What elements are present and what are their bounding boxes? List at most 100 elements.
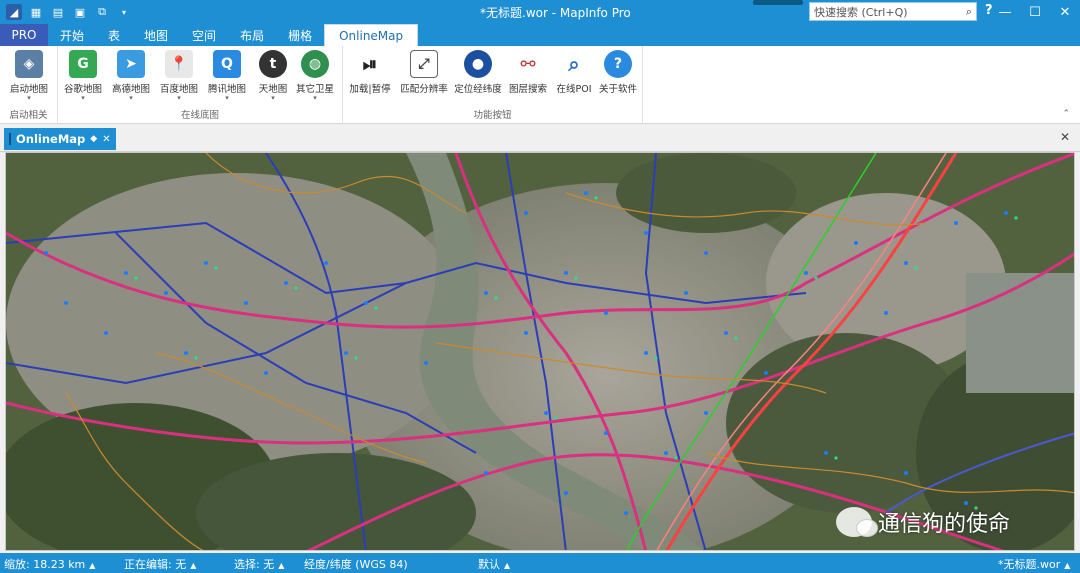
quick-search-placeholder: 快速搜索 (Ctrl+Q) xyxy=(814,5,908,19)
status-zoom-label: 缩放: 18.23 km xyxy=(4,558,86,571)
caret-up-icon: ▲ xyxy=(278,561,285,570)
status-projection[interactable]: 经度/纬度 (WGS 84) xyxy=(304,556,408,572)
close-document-icon[interactable]: ✕ xyxy=(1060,130,1070,144)
tab-pro[interactable]: PRO xyxy=(0,24,48,46)
about-label: 关于软件 xyxy=(598,84,637,95)
status-default[interactable]: 默认 ▲ xyxy=(478,556,510,572)
progress-indicator xyxy=(753,0,803,5)
chevron-down-icon: ▾ xyxy=(81,94,85,102)
watermark-text: 通信狗的使命 xyxy=(878,512,1011,537)
chevron-down-icon: ▾ xyxy=(271,94,275,102)
search-icon: ⌕ xyxy=(560,50,588,78)
status-default-label: 默认 xyxy=(478,558,500,571)
load-pause-button[interactable]: ⏯ 加载|暂停 xyxy=(349,48,391,95)
tencent-map-button[interactable]: Q 腾讯地图 ▾ xyxy=(206,48,248,102)
ribbon-panel: ◈ 启动地图 ▾ 启动相关 G 谷歌地图 ▾ ➤ 高德地图 ▾ 📍 百度地图 ▾… xyxy=(0,46,1080,124)
satellite-map-canvas[interactable] xyxy=(6,153,1075,551)
status-editing[interactable]: 正在编辑: 无 ▲ xyxy=(124,556,196,572)
chevron-down-icon: ▾ xyxy=(313,94,317,102)
document-tab-bar: OnlineMap ◆ ✕ ✕ xyxy=(0,124,1080,152)
caret-up-icon: ▲ xyxy=(504,561,511,570)
tab-home[interactable]: 开始 xyxy=(48,24,96,46)
launch-map-button[interactable]: ◈ 启动地图 ▾ xyxy=(8,48,50,102)
tab-layout[interactable]: 布局 xyxy=(228,24,276,46)
locate-coords-button[interactable]: ● 定位经纬度 xyxy=(453,48,503,95)
baidu-map-icon: 📍 xyxy=(165,50,193,78)
new-workspace-icon[interactable]: ▦ xyxy=(28,4,44,20)
online-poi-label: 在线POI xyxy=(556,84,592,95)
tab-table[interactable]: 表 xyxy=(96,24,132,46)
tab-map[interactable]: 地图 xyxy=(132,24,180,46)
google-maps-icon: G xyxy=(69,50,97,78)
map-window-icon xyxy=(9,133,11,145)
pin-icon[interactable]: ◆ xyxy=(90,134,97,144)
tab-raster[interactable]: 栅格 xyxy=(276,24,324,46)
collapse-ribbon-icon[interactable]: ⌃ xyxy=(1062,109,1070,119)
play-pause-icon: ⏯ xyxy=(356,50,384,78)
chevron-down-icon: ▾ xyxy=(225,94,229,102)
tianditu-button[interactable]: t 天地图 ▾ xyxy=(252,48,294,102)
other-satellite-button[interactable]: ◍ 其它卫星 ▾ xyxy=(294,48,336,102)
layer-search-label: 图层搜索 xyxy=(508,84,547,95)
caret-up-icon: ▲ xyxy=(89,561,96,570)
group-label-launch: 启动相关 xyxy=(9,110,48,121)
minimize-icon[interactable]: — xyxy=(990,0,1020,24)
wechat-icon xyxy=(836,507,878,537)
binoculars-icon: ⚯ xyxy=(514,50,542,78)
status-projection-label: 经度/纬度 (WGS 84) xyxy=(304,558,408,571)
online-poi-button[interactable]: ⌕ 在线POI xyxy=(553,48,595,95)
caret-up-icon: ▲ xyxy=(1064,561,1071,570)
quick-search-input[interactable]: 快速搜索 (Ctrl+Q) ⌕ xyxy=(809,2,977,21)
globe-icon: ◍ xyxy=(301,50,329,78)
caret-up-icon: ▲ xyxy=(190,561,197,570)
open-icon[interactable]: ▤ xyxy=(50,4,66,20)
help-icon: ? xyxy=(604,50,632,78)
layers-icon[interactable]: ⧉ xyxy=(94,4,110,20)
status-selection[interactable]: 选择: 无 ▲ xyxy=(234,556,284,572)
close-icon[interactable]: ✕ xyxy=(1050,0,1080,24)
baidu-map-button[interactable]: 📍 百度地图 ▾ xyxy=(158,48,200,102)
close-tab-icon[interactable]: ✕ xyxy=(102,134,110,145)
app-menu-icon[interactable]: ◢ xyxy=(6,4,22,20)
about-button[interactable]: ? 关于软件 xyxy=(597,48,639,95)
status-editing-label: 正在编辑: 无 xyxy=(124,558,187,571)
document-tab-label: OnlineMap xyxy=(16,132,86,146)
maximize-icon[interactable]: ☐ xyxy=(1020,0,1050,24)
save-icon[interactable]: ▣ xyxy=(72,4,88,20)
title-bar: ◢ ▦ ▤ ▣ ⧉ ▾ *无标题.wor - MapInfo Pro 快速搜索 … xyxy=(0,0,1080,24)
status-workspace[interactable]: *无标题.wor ▲ xyxy=(998,556,1070,572)
amap-button[interactable]: ➤ 高德地图 ▾ xyxy=(110,48,152,102)
amap-icon: ➤ xyxy=(117,50,145,78)
status-zoom[interactable]: 缩放: 18.23 km ▲ xyxy=(4,556,95,572)
group-label-functions: 功能按钮 xyxy=(473,110,512,121)
tab-spatial[interactable]: 空间 xyxy=(180,24,228,46)
group-basemaps: G 谷歌地图 ▾ ➤ 高德地图 ▾ 📍 百度地图 ▾ Q 腾讯地图 ▾ t 天地… xyxy=(58,46,343,124)
watermark: 通信狗的使命 xyxy=(836,506,1010,538)
tab-onlinemap[interactable]: OnlineMap xyxy=(324,24,419,46)
document-tab-onlinemap[interactable]: OnlineMap ◆ ✕ xyxy=(4,128,116,150)
layer-search-button[interactable]: ⚯ 图层搜索 xyxy=(507,48,549,95)
customize-dropdown-icon[interactable]: ▾ xyxy=(116,4,132,20)
map-view[interactable] xyxy=(5,152,1075,551)
match-resolution-button[interactable]: ⤢ 匹配分辨率 xyxy=(399,48,449,95)
map-launch-icon: ◈ xyxy=(15,50,43,78)
group-launch: ◈ 启动地图 ▾ 启动相关 xyxy=(0,46,58,124)
tencent-map-icon: Q xyxy=(213,50,241,78)
load-pause-label: 加载|暂停 xyxy=(349,84,391,95)
group-label-basemaps: 在线底图 xyxy=(180,110,219,121)
status-selection-label: 选择: 无 xyxy=(234,558,275,571)
quick-access-toolbar: ◢ ▦ ▤ ▣ ⧉ ▾ xyxy=(6,4,132,20)
search-icon[interactable]: ⌕ xyxy=(966,5,972,19)
chevron-down-icon: ▾ xyxy=(129,94,133,102)
chevron-down-icon: ▾ xyxy=(177,94,181,102)
ribbon-tabs: PRO 开始 表 地图 空间 布局 栅格 OnlineMap xyxy=(0,24,1080,46)
match-resolution-label: 匹配分辨率 xyxy=(400,84,448,95)
resolution-icon: ⤢ xyxy=(410,50,438,78)
chevron-down-icon: ▾ xyxy=(27,94,31,102)
window-controls: — ☐ ✕ xyxy=(990,0,1080,24)
locate-coords-label: 定位经纬度 xyxy=(454,84,502,95)
group-functions: ⏯ 加载|暂停 ⤢ 匹配分辨率 ● 定位经纬度 ⚯ 图层搜索 ⌕ 在线POI ?… xyxy=(343,46,643,124)
google-map-button[interactable]: G 谷歌地图 ▾ xyxy=(62,48,104,102)
locate-globe-icon: ● xyxy=(464,50,492,78)
status-workspace-label: *无标题.wor xyxy=(998,558,1061,571)
